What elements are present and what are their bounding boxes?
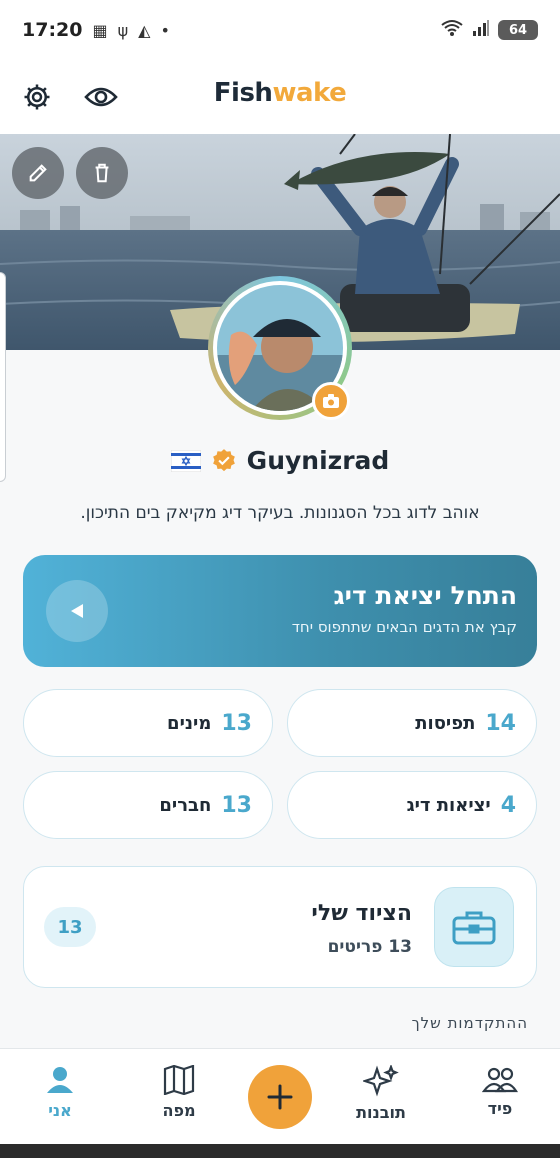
start-trip-title: התחל יציאת דיג — [333, 581, 517, 610]
delete-cover-button[interactable] — [76, 147, 128, 199]
stat-friends-label: חברים — [159, 794, 212, 816]
israel-flag-icon — [170, 449, 201, 472]
stat-catches-label: תפיסות — [415, 712, 476, 734]
status-time: 17:20 — [22, 19, 83, 41]
nav-feed-label: פיד — [487, 1099, 513, 1118]
stat-species-label: מינים — [167, 712, 212, 734]
my-gear-title: הציוד שלי — [311, 901, 412, 926]
toolbox-icon — [434, 887, 514, 967]
users-icon — [482, 1067, 518, 1093]
wifi-icon — [440, 19, 464, 41]
stat-catches-value: 14 — [485, 710, 516, 736]
trash-icon — [95, 163, 109, 183]
usb-icon: ψ — [117, 20, 129, 40]
stat-trips-label: יציאות דיג — [406, 794, 491, 816]
plus-icon — [267, 1084, 293, 1110]
my-gear-card[interactable]: הציוד שלי 13 פריטים 13 — [23, 866, 537, 988]
signal-icon — [472, 19, 490, 41]
user-icon — [47, 1067, 73, 1093]
stat-trips[interactable]: 4 יציאות דיג — [287, 771, 537, 839]
stat-trips-value: 4 — [500, 792, 516, 818]
add-catch-button[interactable] — [248, 1065, 312, 1129]
top-app-bar: Fishwake — [0, 60, 560, 134]
my-gear-subtitle: 13 פריטים — [327, 937, 412, 957]
nav-insights[interactable]: תובנות — [336, 1065, 426, 1122]
stat-catches[interactable]: 14 תפיסות — [287, 689, 537, 757]
settings-gear-icon[interactable] — [20, 80, 54, 114]
start-trip-play-button[interactable] — [46, 580, 108, 642]
cellular-off-icon: ◭ — [138, 20, 151, 40]
system-gesture-bar — [0, 1144, 560, 1158]
calendar-icon: ▦ — [92, 20, 108, 40]
play-left-icon — [71, 604, 83, 618]
profile-bio: אוהב לדוג בכל הסגנונות. בעיקר דיג מקיאק … — [80, 503, 480, 523]
dot-icon: • — [160, 20, 170, 40]
nav-me[interactable]: אני — [15, 1065, 105, 1120]
my-gear-count-badge: 13 — [44, 907, 96, 947]
verified-badge-icon — [212, 448, 235, 471]
start-trip-subtitle: קבץ את הדגים הבאים שתתפוס יחד — [291, 618, 517, 636]
visibility-eye-icon[interactable] — [84, 80, 118, 114]
stat-friends[interactable]: 13 חברים — [23, 771, 273, 839]
status-bar: 17:20 ▦ ψ ◭ • 64 — [0, 0, 560, 60]
change-avatar-button[interactable] — [312, 382, 350, 420]
nav-map-label: מפה — [162, 1101, 196, 1120]
nav-insights-label: תובנות — [356, 1103, 406, 1122]
start-trip-card[interactable]: התחל יציאת דיג קבץ את הדגים הבאים שתתפוס… — [23, 555, 537, 667]
nav-feed[interactable]: פיד — [455, 1065, 545, 1118]
nav-me-label: אני — [48, 1101, 72, 1120]
nav-map[interactable]: מפה — [134, 1065, 224, 1120]
stat-friends-value: 13 — [221, 792, 252, 818]
stat-species-value: 13 — [221, 710, 252, 736]
profile-name-row: Guynizrad — [0, 446, 560, 475]
camera-icon — [323, 394, 339, 408]
map-icon — [163, 1065, 195, 1095]
stat-species[interactable]: 13 מינים — [23, 689, 273, 757]
battery-indicator: 64 — [498, 20, 538, 40]
edit-cover-button[interactable] — [12, 147, 64, 199]
progress-section-heading: ההתקדמות שלך — [411, 1014, 528, 1032]
profile-username: Guynizrad — [246, 446, 390, 475]
pencil-icon — [29, 164, 47, 182]
bottom-navigation: פיד תובנות מפה אני — [0, 1048, 560, 1144]
sparkles-icon — [363, 1065, 399, 1097]
